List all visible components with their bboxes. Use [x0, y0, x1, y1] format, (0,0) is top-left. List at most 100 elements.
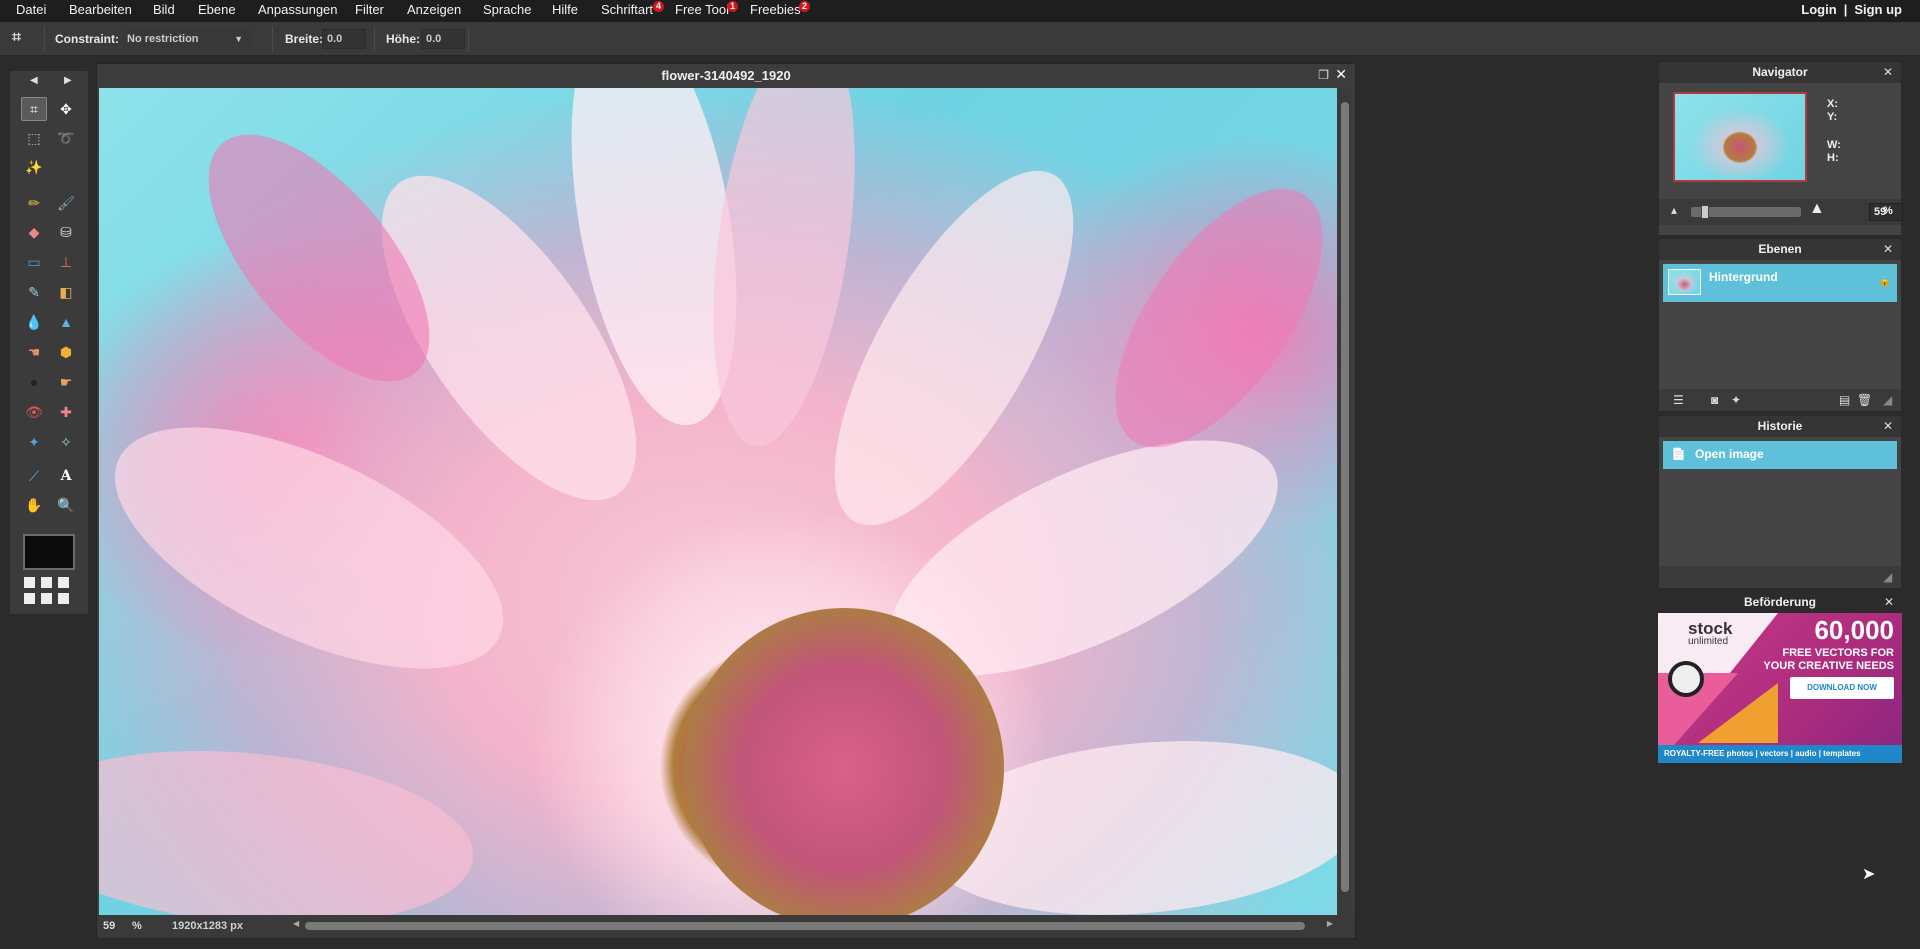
- history-header: Historie ✕: [1659, 416, 1901, 437]
- zoom-slider[interactable]: [1691, 205, 1801, 219]
- color-picker-icon[interactable]: ⟋: [21, 464, 47, 488]
- foreground-color-swatch[interactable]: [23, 534, 75, 570]
- zoom-slider-handle[interactable]: [1701, 205, 1709, 219]
- stamp-tool-icon[interactable]: ⊥: [53, 250, 79, 274]
- canvas-title: flower-3140492_1920: [97, 64, 1355, 88]
- image-canvas[interactable]: [99, 88, 1337, 915]
- vertical-scrollbar[interactable]: [1339, 88, 1351, 915]
- menu-freebies[interactable]: Freebies: [750, 0, 801, 22]
- vertical-scroll-thumb[interactable]: [1341, 102, 1349, 892]
- collapse-right-icon[interactable]: ▶: [64, 75, 72, 86]
- height-input[interactable]: 0.0: [421, 29, 465, 49]
- restore-window-icon[interactable]: ❐: [1318, 68, 1329, 82]
- collapse-left-icon[interactable]: ◀: [30, 75, 38, 86]
- menu-hilfe[interactable]: Hilfe: [552, 0, 578, 22]
- menu-anzeigen[interactable]: Anzeigen: [407, 0, 461, 22]
- free-tool-badge: 1: [727, 1, 738, 12]
- layers-panel: Ebenen ✕ Hintergrund 🔒 ☰ ◙ ✦ ▤ 🗑 ◢: [1658, 238, 1902, 412]
- tool-options-bar: ⌗ Constraint: No restriction ▼ Breite: 0…: [0, 22, 1920, 56]
- zoom-out-icon[interactable]: ▴: [1671, 203, 1677, 217]
- marquee-tool-icon[interactable]: ⬚: [21, 126, 47, 150]
- constraint-value: No restriction: [127, 33, 199, 45]
- red-eye-tool-icon[interactable]: 👁: [21, 400, 47, 424]
- zoom-tool-icon[interactable]: 🔍: [53, 493, 79, 517]
- h-label: H:: [1827, 152, 1839, 164]
- divider: [374, 26, 375, 52]
- brush-tool-icon[interactable]: 🖌: [53, 191, 79, 215]
- lasso-tool-icon[interactable]: ➰: [53, 126, 79, 150]
- x-label: X:: [1827, 98, 1838, 110]
- signup-link[interactable]: Sign up: [1854, 2, 1902, 17]
- sponge-tool-icon[interactable]: ⬢: [53, 340, 79, 364]
- layer-style-icon[interactable]: ☰: [1673, 393, 1684, 407]
- menu-free-tool[interactable]: Free Tool: [675, 0, 729, 22]
- layer-row[interactable]: Hintergrund 🔒: [1663, 264, 1897, 302]
- horizontal-scroll-thumb[interactable]: [305, 922, 1305, 930]
- ad-line-2: YOUR CREATIVE NEEDS: [1763, 660, 1894, 672]
- divider: [468, 26, 469, 52]
- divider: [272, 26, 273, 52]
- move-tool-icon[interactable]: ✥: [53, 97, 79, 121]
- hand-tool-icon[interactable]: ✋: [21, 493, 47, 517]
- smudge-tool-icon[interactable]: ☚: [21, 340, 47, 364]
- close-window-icon[interactable]: ✕: [1335, 66, 1347, 83]
- menu-schriftart[interactable]: Schriftart: [601, 0, 653, 22]
- promotion-title: Beförderung: [1744, 595, 1816, 609]
- magic-wand-icon[interactable]: ✨: [21, 155, 47, 179]
- adjustment-layer-icon[interactable]: ✦: [1731, 393, 1741, 407]
- layer-mask-icon[interactable]: ◙: [1711, 393, 1718, 407]
- cursor-icon: ➤: [1862, 866, 1876, 883]
- menu-sprache[interactable]: Sprache: [483, 0, 531, 22]
- toolbox-header: ◀ ▶: [10, 73, 90, 87]
- layers-footer: ☰ ◙ ✦ ▤ 🗑 ◢: [1659, 389, 1901, 411]
- zoom-value[interactable]: 59: [103, 920, 115, 932]
- ad-banner[interactable]: stock unlimited 60,000 FREE VECTORS FOR …: [1658, 613, 1902, 763]
- menu-bild[interactable]: Bild: [153, 0, 175, 22]
- eraser-tool-icon[interactable]: ◆: [21, 220, 47, 244]
- menu-datei[interactable]: Datei: [16, 0, 46, 22]
- scroll-right-icon[interactable]: ▶: [1327, 919, 1333, 928]
- resize-grip-icon[interactable]: ◢: [1883, 393, 1892, 407]
- sharpen-tool-icon[interactable]: ▲: [53, 310, 79, 334]
- close-icon[interactable]: ✕: [1883, 416, 1893, 437]
- close-icon[interactable]: ✕: [1883, 62, 1893, 83]
- menu-anpassungen[interactable]: Anpassungen: [258, 0, 338, 22]
- close-icon[interactable]: ✕: [1884, 592, 1894, 613]
- navigator-preview[interactable]: [1673, 92, 1807, 182]
- menu-ebene[interactable]: Ebene: [198, 0, 236, 22]
- trash-icon[interactable]: 🗑: [1857, 393, 1872, 407]
- zoom-in-icon[interactable]: ▲: [1809, 200, 1825, 218]
- pinch-tool-icon[interactable]: ✧: [53, 430, 79, 454]
- crop-tool-icon[interactable]: ⌗: [21, 97, 47, 121]
- burn-tool-icon[interactable]: ●: [21, 370, 47, 394]
- download-now-button[interactable]: DOWNLOAD NOW: [1790, 677, 1894, 699]
- bucket-tool-icon[interactable]: ⛁: [53, 220, 79, 244]
- close-icon[interactable]: ✕: [1883, 239, 1893, 260]
- login-link[interactable]: Login: [1801, 2, 1836, 17]
- width-label: Breite:: [285, 32, 324, 46]
- history-footer: ◢: [1659, 566, 1901, 588]
- horizontal-scrollbar[interactable]: ◀ ▶: [293, 919, 1333, 932]
- blur-tool-icon[interactable]: 💧: [21, 310, 47, 334]
- pencil-tool-icon[interactable]: ✏: [21, 191, 47, 215]
- canvas-window: flower-3140492_1920 ❐ ✕ 59 % 1920x1283 p…: [96, 63, 1356, 939]
- navigator-header: Navigator ✕: [1659, 62, 1901, 83]
- spot-heal-icon[interactable]: ✚: [53, 400, 79, 424]
- menu-filter[interactable]: Filter: [355, 0, 384, 22]
- width-input[interactable]: 0.0: [322, 29, 366, 49]
- scroll-left-icon[interactable]: ◀: [293, 919, 299, 928]
- bloat-tool-icon[interactable]: ✦: [21, 430, 47, 454]
- heal-tool-icon[interactable]: ✎: [21, 280, 47, 304]
- text-tool-icon[interactable]: A: [53, 464, 79, 488]
- menu-bearbeiten[interactable]: Bearbeiten: [69, 0, 132, 22]
- new-layer-icon[interactable]: ▤: [1839, 393, 1850, 407]
- dodge-tool-icon[interactable]: ☛: [53, 370, 79, 394]
- constraint-select[interactable]: No restriction ▼: [122, 29, 252, 49]
- resize-grip-icon[interactable]: ◢: [1883, 570, 1892, 584]
- history-item-icon: 📄: [1671, 447, 1686, 461]
- replace-color-icon[interactable]: ◧: [53, 280, 79, 304]
- gradient-tool-icon[interactable]: ▭: [21, 250, 47, 274]
- history-row[interactable]: 📄 Open image: [1663, 441, 1897, 469]
- layers-header: Ebenen ✕: [1659, 239, 1901, 260]
- panda-illustration: [1668, 661, 1704, 697]
